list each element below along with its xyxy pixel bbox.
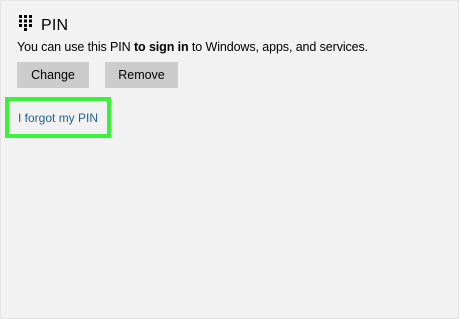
change-pin-button[interactable]: Change: [17, 62, 89, 88]
pin-title: PIN: [41, 17, 69, 34]
pin-description: You can use this PIN to sign in to Windo…: [17, 40, 368, 54]
description-bold-text: to sign in: [133, 40, 189, 54]
settings-panel: PIN You can use this PIN to sign in to W…: [0, 0, 459, 319]
pin-header: PIN: [19, 12, 68, 40]
description-text-2: to Windows, apps, and services.: [188, 40, 369, 54]
remove-pin-button[interactable]: Remove: [105, 62, 178, 88]
forgot-pin-link[interactable]: I forgot my PIN: [18, 111, 98, 125]
keypad-icon: [19, 15, 32, 31]
description-text-1: You can use this PIN: [17, 40, 134, 54]
